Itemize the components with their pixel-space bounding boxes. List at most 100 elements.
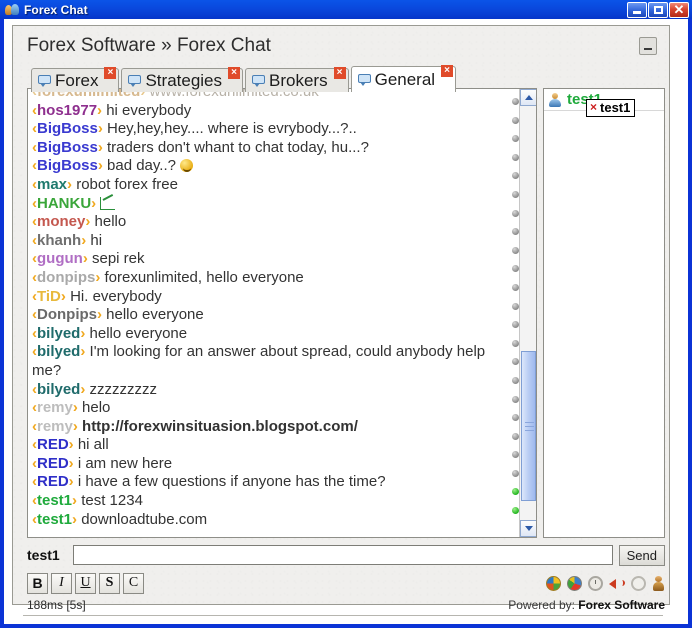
chat-message: ‹TiD› Hi. everybody (32, 288, 518, 307)
smiley-laughing-icon (180, 159, 194, 173)
message-list: ‹forexunlimited› www.forexunlimited.co.u… (28, 89, 518, 537)
chat-message: ‹test1› downloadtube.com (32, 511, 518, 530)
scrollbar-thumb[interactable] (521, 351, 536, 501)
message-status-dot (511, 265, 519, 273)
chat-app-panel: Forex Software » Forex Chat Forex × Strate… (12, 25, 670, 616)
tab-close-icon[interactable]: × (441, 65, 454, 77)
panel-minimize-button[interactable] (639, 37, 657, 55)
chat-message: ‹remy› helo (32, 399, 518, 418)
close-icon[interactable]: ✕ (669, 1, 689, 18)
message-nick: Donpips (37, 306, 97, 324)
message-status-dot (511, 283, 519, 291)
scroll-down-icon[interactable] (520, 520, 536, 537)
powered-by: Powered by: Forex Software (508, 598, 665, 612)
chat-message: ‹Donpips› hello everyone (32, 306, 518, 325)
message-nick: hos1977 (37, 101, 98, 119)
send-button[interactable]: Send (618, 544, 665, 566)
window-title: Forex Chat (24, 2, 88, 17)
color-button[interactable]: C (123, 572, 144, 594)
message-status-dot (511, 507, 519, 515)
message-text: hello everyone (102, 306, 204, 324)
message-nick: remy (37, 399, 73, 417)
tab-label: Forex (55, 70, 99, 90)
tab-forex[interactable]: Forex × (31, 67, 120, 92)
message-nick: bilyed (37, 324, 81, 342)
chat-message: ‹bilyed› zzzzzzzzz (32, 381, 518, 400)
chat-message: ‹RED› hi all (32, 436, 518, 455)
message-status-dot (511, 469, 519, 477)
tab-strategies[interactable]: Strategies × (121, 67, 244, 92)
message-text: hello everyone (85, 324, 188, 342)
chat-bubble-icon (357, 74, 371, 86)
clock-icon[interactable] (588, 575, 603, 591)
user-avatar-icon (548, 92, 562, 107)
tab-close-icon[interactable]: × (104, 67, 117, 79)
footer-divider (23, 615, 663, 616)
chat-message: ‹bilyed› hello everyone (32, 325, 518, 344)
message-text: helo (77, 399, 111, 417)
user-tooltip: × test1 (586, 99, 636, 117)
page-canvas: Forex Software » Forex Chat Forex × Strate… (4, 19, 688, 624)
message-status-dot (511, 414, 519, 422)
message-status-dot (511, 376, 519, 384)
message-text: i am new here (73, 454, 173, 472)
message-status-dot (511, 172, 519, 180)
message-nick: BigBoss (37, 157, 98, 175)
chat-message: ‹BigBoss› Hey,hey,hey.... where is evryb… (32, 120, 518, 139)
close-icon: × (590, 100, 598, 114)
message-text: zzzzzzzzz (85, 380, 158, 398)
refresh-icon[interactable] (631, 575, 646, 591)
message-status-dot (511, 432, 519, 440)
chat-scrollbar[interactable] (519, 89, 536, 537)
chat-message: ‹money› hello (32, 213, 518, 232)
chat-bubble-icon (128, 75, 142, 87)
message-status-dot (511, 98, 519, 105)
maximize-icon[interactable] (648, 1, 668, 18)
chat-tool-icons (546, 575, 665, 591)
message-nick: BigBoss (37, 120, 98, 138)
message-text: hi all (73, 436, 109, 454)
tab-label: General (374, 69, 436, 89)
italic-button[interactable]: I (51, 572, 72, 594)
message-text: robot forex free (72, 175, 178, 193)
tab-close-icon[interactable]: × (228, 67, 241, 79)
tab-brokers[interactable]: Brokers × (245, 67, 349, 92)
message-nick: RED (37, 473, 69, 491)
globe-icon[interactable] (546, 575, 561, 591)
message-nick: donpips (37, 268, 96, 286)
minimize-icon[interactable] (627, 1, 647, 18)
message-nick: test1 (37, 510, 73, 528)
window-controls: ✕ (627, 1, 692, 18)
users-icon (4, 3, 20, 17)
bold-button[interactable]: B (27, 572, 48, 594)
tab-close-icon[interactable]: × (333, 67, 346, 79)
tab-general[interactable]: General × (350, 65, 457, 92)
message-nick: HANKU (37, 194, 92, 212)
message-text: i have a few questions if anyone has the… (73, 473, 386, 491)
powered-brand: Forex Software (578, 598, 665, 612)
colorball-icon[interactable] (567, 575, 582, 591)
speaker-icon[interactable] (609, 576, 625, 591)
app-header: Forex Software » Forex Chat (13, 26, 669, 66)
person-icon[interactable] (652, 575, 665, 591)
message-text: traders don't whant to chat today, hu...… (102, 138, 369, 156)
tooltip-label: test1 (600, 100, 631, 115)
chat-message: ‹gugun› sepi rek (32, 250, 518, 269)
breadcrumb: Forex Software » Forex Chat (27, 35, 271, 56)
message-status-dot (511, 228, 519, 236)
tab-label: Brokers (269, 70, 328, 90)
chat-message: ‹BigBoss› bad day..? (32, 157, 518, 176)
strike-button[interactable]: S (99, 572, 120, 594)
scroll-up-icon[interactable] (520, 89, 536, 106)
message-status-dot (511, 395, 519, 403)
message-input[interactable] (73, 545, 613, 565)
os-window: Forex Chat ✕ Forex Software » Forex Chat… (0, 0, 692, 628)
underline-button[interactable]: U (75, 572, 96, 594)
message-nick: TiD (37, 287, 61, 305)
chat-message: ‹hos1977› hi everybody (32, 102, 518, 121)
message-status-dot (511, 116, 519, 124)
message-status-dot (511, 190, 519, 198)
message-status-dot (511, 321, 519, 329)
window-titlebar: Forex Chat ✕ (0, 0, 692, 19)
message-status-dot (511, 339, 519, 347)
